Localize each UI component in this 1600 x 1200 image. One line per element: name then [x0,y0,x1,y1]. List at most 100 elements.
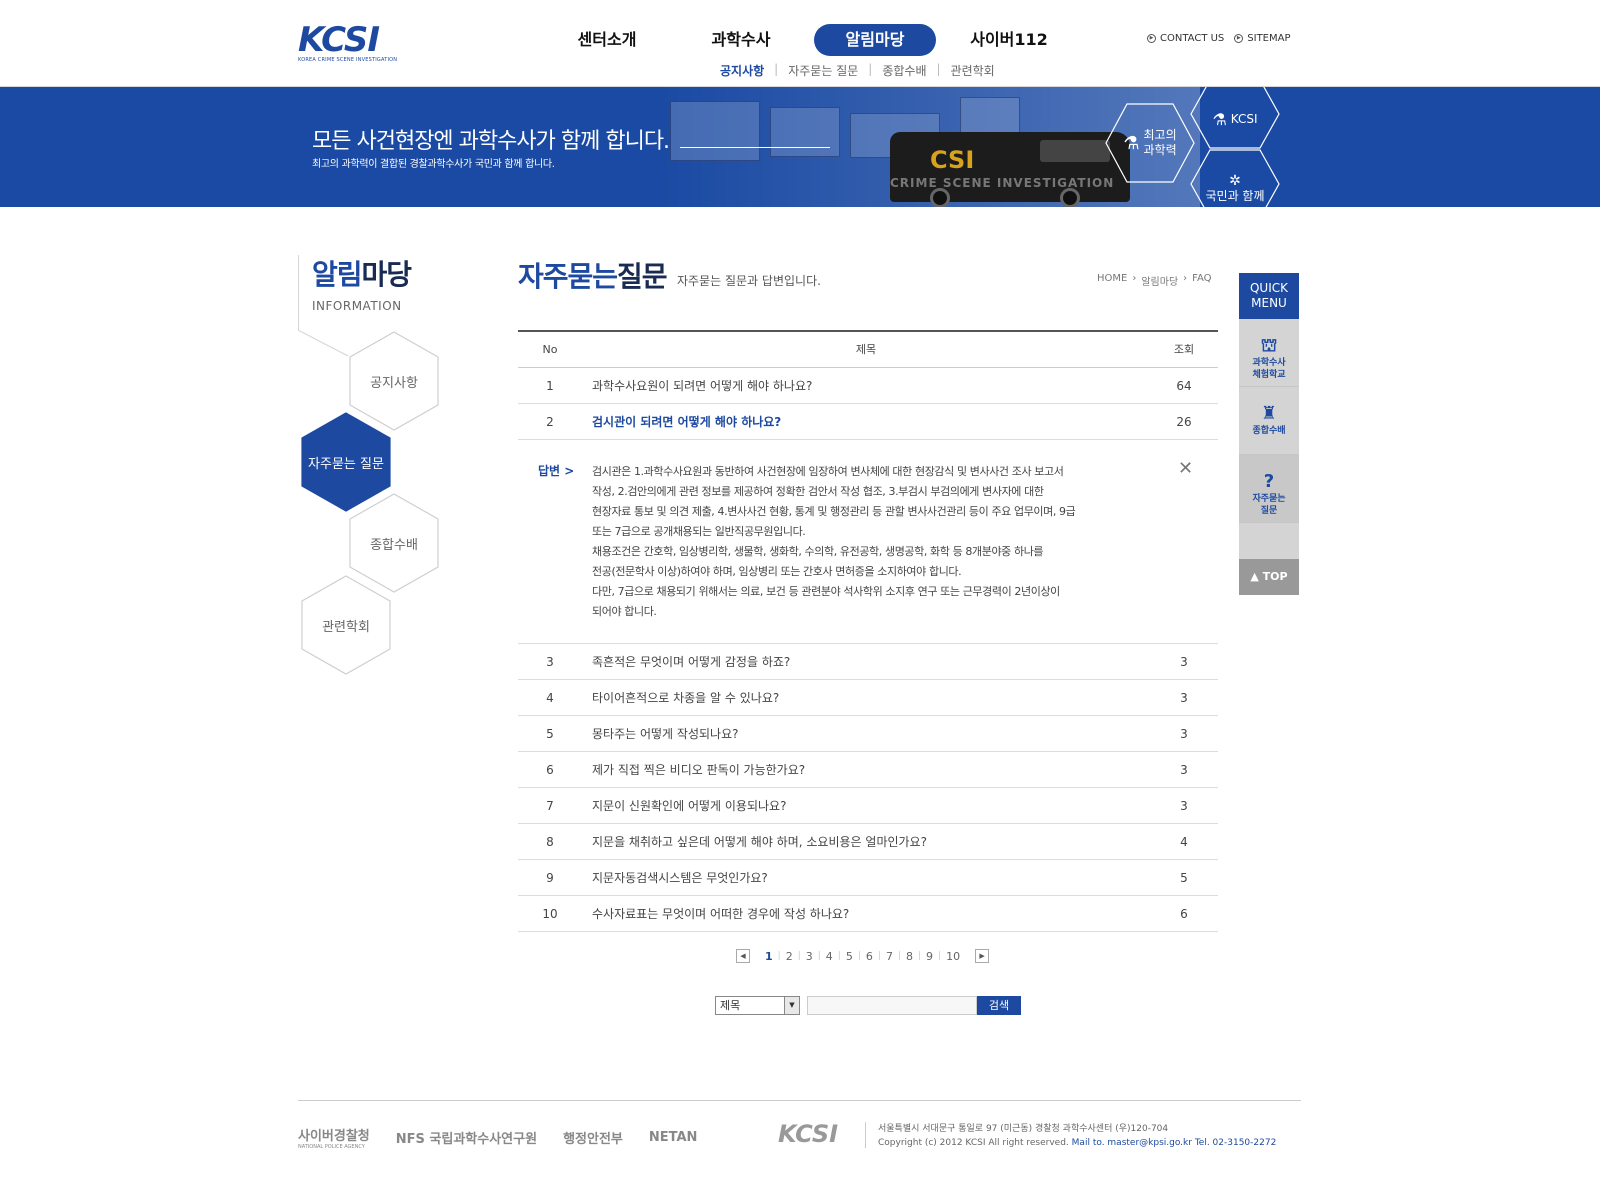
row-hits: 4 [1180,835,1188,849]
page-link[interactable]: 4 [826,950,833,963]
kcsi-logo[interactable]: KCSI KOREA CRIME SCENE INVESTIGATION [298,20,408,64]
table-row[interactable]: 9 지문자동검색시스템은 무엇인가요? 5 [518,860,1218,896]
search-input[interactable] [807,996,977,1015]
answer-line: 전공(전문학사 이상)하여야 하며, 임상병리 또는 간호사 면허증을 소지하여… [592,565,962,578]
row-no: 7 [546,799,554,813]
subnav-separator: | [936,62,941,76]
banner-line [680,147,830,148]
subnav-societies[interactable]: 관련학회 [951,62,995,79]
hex-badge-citizens[interactable]: ✲ 국민과 함께 [1190,149,1280,207]
page-separator: | [897,951,901,961]
microscope-icon: ⚗ [1123,132,1140,154]
chevron-right-icon: › [1132,273,1137,284]
quick-faq[interactable]: ? 자주묻는 질문 [1239,455,1299,523]
scroll-top-button[interactable]: ▲ TOP [1239,559,1299,595]
breadcrumb-section[interactable]: 알림마당 [1141,273,1178,288]
table-row[interactable]: 3 족흔적은 무엇이며 어떻게 감정을 하죠? 3 [518,644,1218,680]
gnb-science-investigation[interactable]: 과학수사 [674,24,808,56]
page-link[interactable]: 2 [786,950,793,963]
row-title[interactable]: 타이어흔적으로 차종을 알 수 있나요? [582,680,1150,715]
table-row[interactable]: 8 지문을 채취하고 싶은데 어떻게 해야 하며, 소요비용은 얼마인가요? 4 [518,824,1218,860]
prev-page-icon[interactable]: ◀ [736,949,750,963]
next-page-icon[interactable]: ▶ [975,949,990,963]
table-row[interactable]: 7 지문이 신원확인에 어떻게 이용되나요? 3 [518,788,1218,824]
answer-line: 채용조건은 간호학, 임상병리학, 생물학, 생화학, 수의학, 유전공학, 생… [592,545,1044,558]
sub-nav: 공지사항 | 자주묻는 질문 | 종합수배 | 관련학회 [720,62,995,79]
row-title[interactable]: 지문이 신원확인에 어떻게 이용되나요? [582,788,1150,823]
site-footer: 사이버경찰청 NATIONAL POLICE AGENCY NFS 국립과학수사연… [298,1120,1301,1152]
row-title[interactable]: 수사자료표는 무엇이며 어떠한 경우에 작성 하나요? [582,896,1150,931]
close-icon[interactable]: ✕ [1178,458,1193,479]
gnb-cyber112[interactable]: 사이버112 [942,24,1076,56]
subnav-wanted[interactable]: 종합수배 [882,62,926,79]
lnb-item-societies[interactable]: 관련학회 [300,575,392,675]
quick-experience-school[interactable]: ⛫ 과학수사 체험학교 [1239,319,1299,387]
quick-item-label: 종합수배 [1252,426,1286,436]
table-row[interactable]: 6 제가 직접 찍은 비디오 판독이 가능한가요? 3 [518,752,1218,788]
page-link[interactable]: 3 [806,950,813,963]
footer-copyright: Copyright (c) 2012 KCSI All right reserv… [878,1138,1069,1148]
logo-subtitle: KOREA CRIME SCENE INVESTIGATION [298,57,398,63]
row-title[interactable]: 지문을 채취하고 싶은데 어떻게 해야 하며, 소요비용은 얼마인가요? [582,824,1150,859]
breadcrumb-current: FAQ [1192,273,1212,284]
subnav-notice[interactable]: 공지사항 [720,62,764,79]
logo-mark: KCSI [298,20,380,60]
answer-line: 다만, 7급으로 채용되기 위해서는 의료, 보건 등 관련분야 석사학위 소지… [592,585,1060,598]
row-title[interactable]: 과학수사요원이 되려면 어떻게 해야 하나요? [582,368,1150,403]
row-title[interactable]: 몽타주는 어떻게 작성되나요? [582,716,1150,751]
search-field-select[interactable]: 제목 ▼ [715,996,800,1015]
pagination: ◀ 1 | 2 | 3 | 4 | 5 | 6 | 7 | 8 | 9 | 10 ▶ [736,949,990,963]
van-csi-text: CSI [930,146,975,174]
gnb-center-intro[interactable]: 센터소개 [540,24,674,56]
page-link[interactable]: 10 [946,950,960,963]
quick-wanted[interactable]: ♜ 종합수배 [1239,387,1299,455]
table-row[interactable]: 5 몽타주는 어떻게 작성되나요? 3 [518,716,1218,752]
gnb-notice-board[interactable]: 알림마당 [814,24,936,56]
hex-badge-science[interactable]: ⚗ 최고의 과학력 [1105,103,1195,183]
page-link[interactable]: 8 [906,950,913,963]
page-title-blue: 자주묻는 [518,260,618,293]
table-row[interactable]: 1 과학수사요원이 되려면 어떻게 해야 하나요? 64 [518,368,1218,404]
table-row-expanded[interactable]: 2 검시관이 되려면 어떻게 해야 하나요? 26 [518,404,1218,440]
page-link[interactable]: 7 [886,950,893,963]
play-bullet-icon: ▶ [1234,34,1244,43]
subnav-faq[interactable]: 자주묻는 질문 [788,62,858,79]
footer-mail-link[interactable]: Mail to. master@kpsi.go.kr Tel. 02-3150-… [1072,1138,1277,1148]
answer-line: 되어야 합니다. [592,605,657,618]
netan-logo[interactable]: NETAN [649,1130,698,1145]
page-link[interactable]: 9 [926,950,933,963]
page-separator: | [917,951,922,961]
page-link[interactable]: 6 [866,950,873,963]
cyber-police-logo[interactable]: 사이버경찰청 NATIONAL POLICE AGENCY [298,1125,370,1150]
page-separator: | [938,951,942,961]
nfs-logo[interactable]: NFS 국립과학수사연구원 [396,1128,537,1147]
row-no: 9 [546,871,554,885]
row-title[interactable]: 제가 직접 찍은 비디오 판독이 가능한가요? [582,752,1150,787]
search-button[interactable]: 검색 [977,996,1021,1015]
answer-line: 작성, 2.검안의에게 관련 정보를 제공하여 정확한 검안서 작성 협조, 3… [592,485,1044,498]
contact-us-link[interactable]: ▶ CONTACT US [1147,33,1224,44]
page-link[interactable]: 5 [846,950,853,963]
page-link[interactable]: 1 [765,950,773,963]
mopas-logo[interactable]: 행정안전부 [563,1128,623,1147]
column-header-title: 제목 [855,343,877,356]
sitemap-link[interactable]: ▶ SITEMAP [1234,33,1291,44]
document-graphic [960,97,1020,137]
breadcrumb-home[interactable]: HOME [1097,273,1127,288]
answer-line: 현장자료 통보 및 의견 제출, 4.변사사건 현황, 통계 및 행정관리 등 … [592,505,1076,518]
police-officer-icon: ♜ [1260,403,1278,424]
site-header: KCSI KOREA CRIME SCENE INVESTIGATION 센터소… [0,0,1600,87]
lnb-title-en: INFORMATION [312,299,402,313]
row-title[interactable]: 지문자동검색시스템은 무엇인가요? [582,860,1150,895]
table-row[interactable]: 10 수사자료표는 무엇이며 어떠한 경우에 작성 하나요? 6 [518,896,1218,932]
row-title[interactable]: 족흔적은 무엇이며 어떻게 감정을 하죠? [582,644,1150,679]
row-title[interactable]: 검시관이 되려면 어떻게 해야 하나요? [582,404,1150,439]
row-hits: 3 [1180,763,1188,777]
sitemap-label: SITEMAP [1247,33,1291,44]
hero-banner: 모든 사건현장엔 과학수사가 함께 합니다. 최고의 과학력이 결합된 경찰과학… [0,87,1600,207]
row-hits: 6 [1180,907,1188,921]
document-graphic [770,107,840,157]
subnav-separator: | [774,62,779,76]
table-row[interactable]: 4 타이어흔적으로 차종을 알 수 있나요? 3 [518,680,1218,716]
footer-kcsi-logo: KCSI [778,1120,839,1148]
